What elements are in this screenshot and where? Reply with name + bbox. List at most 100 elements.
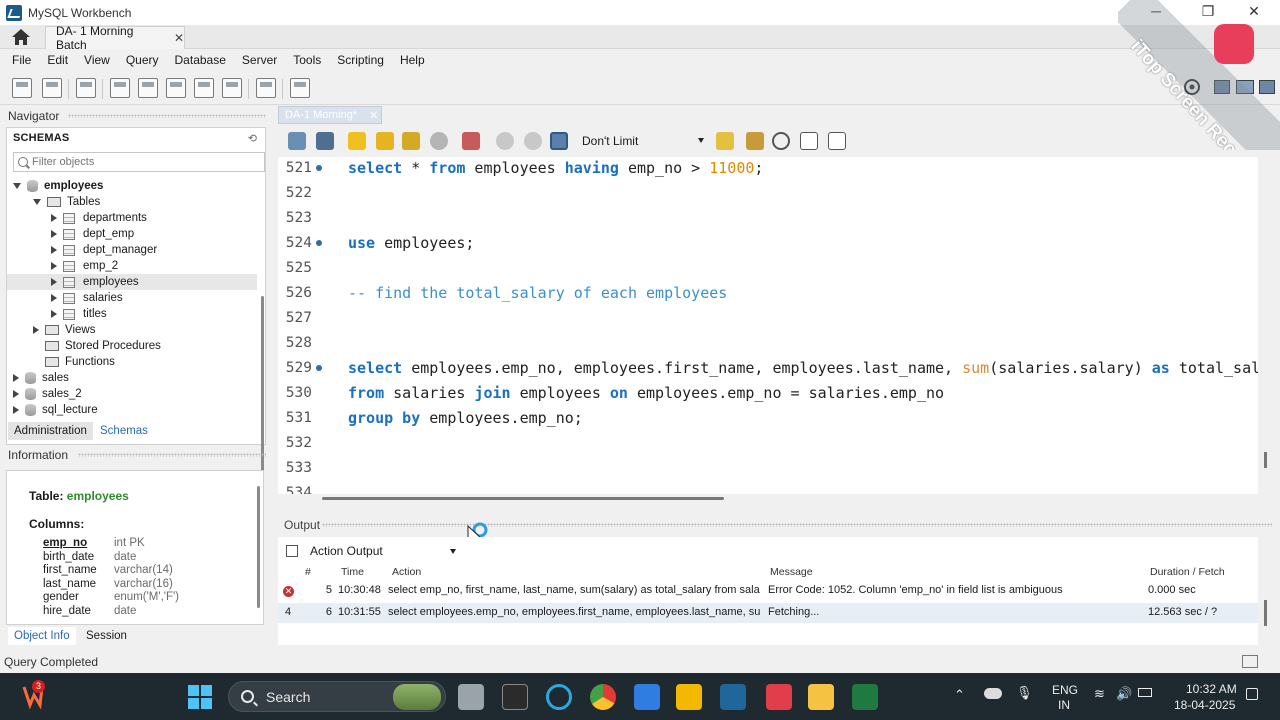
screen-recorder-icon[interactable]	[766, 684, 792, 710]
weather-icon[interactable]	[984, 688, 1002, 699]
tab-session[interactable]: Session	[80, 627, 133, 645]
output-scrollbar[interactable]	[1264, 600, 1267, 626]
output-row[interactable]: 4 6 10:31:55 select employees.emp_no, emplo…	[278, 603, 1258, 623]
language-line1[interactable]: ENG	[1052, 683, 1078, 697]
microphone-icon[interactable]: 🎙	[1016, 685, 1033, 701]
tree-item-titles[interactable]: titles	[7, 306, 257, 322]
tree-item-employees[interactable]: employees	[7, 274, 257, 290]
power-bi-icon[interactable]	[676, 684, 702, 710]
language-line2[interactable]: IN	[1058, 698, 1070, 712]
create-procedure-icon[interactable]	[194, 78, 214, 98]
tree-item-sales[interactable]: sales	[7, 370, 257, 386]
tab-schemas[interactable]: Schemas	[94, 422, 154, 440]
commit-icon[interactable]	[496, 132, 514, 150]
find-icon[interactable]	[772, 132, 790, 150]
home-icon[interactable]	[10, 27, 32, 47]
excel-icon[interactable]	[852, 684, 878, 710]
expand-arrow-right-icon[interactable]	[51, 278, 57, 286]
tree-item-salaries[interactable]: salaries	[7, 290, 257, 306]
open-sql-script-icon[interactable]	[42, 78, 62, 98]
status-panel-icon[interactable]	[1242, 655, 1258, 668]
todo-icon[interactable]	[634, 684, 660, 710]
code-line[interactable]: 521 select * from employees having emp_no…	[278, 157, 1258, 180]
toggle-error-icon[interactable]	[462, 132, 480, 150]
wifi-icon[interactable]: ≋	[1094, 686, 1105, 702]
tree-item-dept-emp[interactable]: dept_emp	[7, 226, 257, 242]
editor-horizontal-scrollbar[interactable]	[322, 497, 724, 500]
explain-icon[interactable]	[402, 132, 420, 150]
menu-database[interactable]: Database	[167, 53, 234, 67]
code-line[interactable]: 532	[278, 430, 1258, 455]
expand-arrow-right-icon[interactable]	[51, 310, 57, 318]
connection-tab[interactable]: DA- 1 Morning Batch ✕	[45, 24, 185, 52]
mysql-workbench-task-icon[interactable]	[720, 684, 746, 710]
open-file-icon[interactable]	[288, 132, 306, 150]
expand-arrow-right-icon[interactable]	[51, 246, 57, 254]
expand-arrow-right-icon[interactable]	[51, 262, 57, 270]
toggle-secondary-sidebar-icon[interactable]	[1259, 80, 1275, 94]
output-type-select[interactable]: Action Output	[286, 541, 462, 561]
menu-edit[interactable]: Edit	[39, 53, 76, 67]
menu-scripting[interactable]: Scripting	[329, 53, 392, 67]
tab-object-info[interactable]: Object Info	[8, 627, 76, 645]
task-view-icon[interactable]	[458, 684, 484, 710]
code-line[interactable]: 528	[278, 330, 1258, 355]
code-line[interactable]: 529 select employees.emp_no, employees.fi…	[278, 355, 1258, 380]
expand-arrow-right-icon[interactable]	[13, 374, 19, 382]
create-function-icon[interactable]	[222, 78, 242, 98]
tree-item-views[interactable]: Views	[7, 322, 257, 338]
show-hidden-icons-icon[interactable]: ⌃	[954, 687, 965, 703]
expand-arrow-down-icon[interactable]	[13, 183, 21, 189]
expand-arrow-right-icon[interactable]	[33, 326, 39, 334]
chrome-icon[interactable]	[590, 684, 616, 710]
rollback-icon[interactable]	[524, 132, 542, 150]
menu-query[interactable]: Query	[118, 53, 167, 67]
settings-icon[interactable]	[1183, 78, 1201, 96]
toggle-output-icon[interactable]	[1236, 80, 1254, 94]
filter-objects-input[interactable]	[32, 156, 252, 168]
inspector-icon[interactable]	[76, 78, 96, 98]
toggle-sidebar-icon[interactable]	[1214, 80, 1230, 94]
autocommit-toggle-icon[interactable]	[550, 132, 568, 150]
code-line[interactable]: 526 -- find the total_salary of each empl…	[278, 280, 1258, 305]
code-line[interactable]: 523	[278, 205, 1258, 230]
execute-statement-icon[interactable]	[376, 132, 394, 150]
expand-arrow-right-icon[interactable]	[51, 214, 57, 222]
search-table-data-icon[interactable]	[256, 78, 276, 98]
stop-icon[interactable]	[430, 132, 448, 150]
tree-item-employees[interactable]: employees	[7, 178, 257, 194]
cortana-icon[interactable]	[546, 684, 572, 710]
minimize-button[interactable]: ─	[1144, 3, 1168, 19]
menu-help[interactable]: Help	[392, 53, 433, 67]
refresh-schemas-icon[interactable]: ⟲	[248, 132, 257, 145]
execute-icon[interactable]	[348, 132, 366, 150]
code-line[interactable]: 530 from salaries join employees on emplo…	[278, 380, 1258, 405]
create-view-icon[interactable]	[166, 78, 186, 98]
taskbar-search[interactable]: Search	[228, 681, 446, 712]
editor-scrollbar[interactable]	[1264, 452, 1267, 468]
query-tab[interactable]: DA-1 Morning* ✕	[278, 106, 382, 124]
code-line[interactable]: 527	[278, 305, 1258, 330]
expand-arrow-right-icon[interactable]	[51, 294, 57, 302]
save-icon[interactable]	[316, 132, 334, 150]
code-line[interactable]: 533	[278, 455, 1258, 480]
expand-arrow-right-icon[interactable]	[13, 390, 19, 398]
add-snippet-icon[interactable]	[716, 132, 734, 150]
reconnect-icon[interactable]	[290, 78, 310, 98]
windows-start-icon[interactable]	[188, 685, 212, 709]
close-button[interactable]: ✕	[1242, 3, 1266, 20]
notifications-icon[interactable]	[1246, 688, 1258, 700]
menu-tools[interactable]: Tools	[285, 53, 329, 67]
restore-button[interactable]: ❐	[1196, 3, 1220, 20]
close-query-tab-icon[interactable]: ✕	[369, 109, 378, 122]
battery-icon[interactable]	[1138, 688, 1152, 697]
close-tab-icon[interactable]: ✕	[174, 31, 184, 45]
tree-item-departments[interactable]: departments	[7, 210, 257, 226]
tree-item-dept-manager[interactable]: dept_manager	[7, 242, 257, 258]
tree-item-tables[interactable]: Tables	[7, 194, 257, 210]
clock-date[interactable]: 18-04-2025	[1174, 698, 1235, 712]
tree-item-sql-lecture[interactable]: sql_lecture	[7, 402, 257, 418]
volume-icon[interactable]: 🔊	[1116, 686, 1132, 702]
menu-server[interactable]: Server	[234, 53, 285, 67]
tree-item-sales-2[interactable]: sales_2	[7, 386, 257, 402]
